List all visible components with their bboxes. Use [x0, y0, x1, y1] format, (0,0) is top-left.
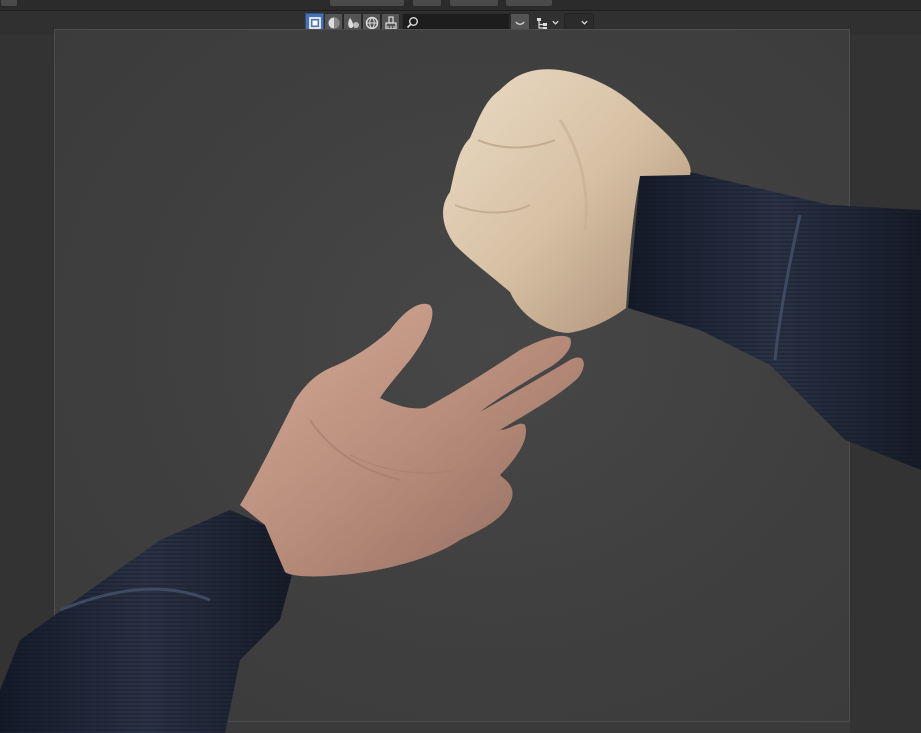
open-hand [240, 303, 584, 577]
left-sleeve [0, 510, 292, 733]
render-scene [0, 69, 921, 733]
right-sleeve [628, 172, 921, 470]
